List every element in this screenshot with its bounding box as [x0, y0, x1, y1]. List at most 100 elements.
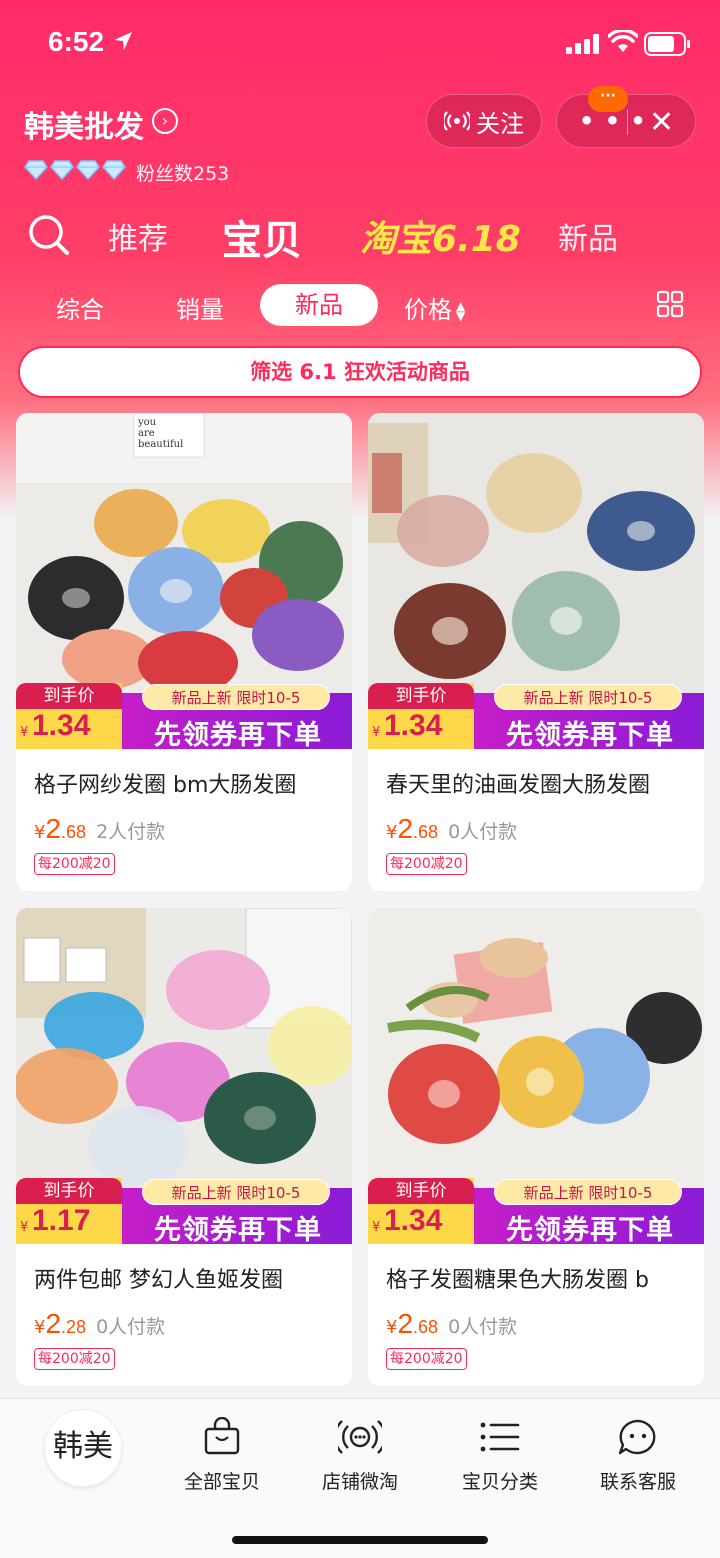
- tab-customer-service[interactable]: 联系客服: [578, 1417, 698, 1494]
- price-currency: ¥: [386, 822, 398, 843]
- product-title: 春天里的油画发圈大肠发圈: [386, 773, 651, 798]
- tab-all-products[interactable]: 全部宝贝: [162, 1416, 282, 1494]
- diamond-icon: [76, 160, 100, 180]
- tab-recommend[interactable]: 推荐: [108, 214, 168, 258]
- price-integer: 2: [397, 1308, 414, 1339]
- svg-text:beautiful: beautiful: [138, 439, 183, 450]
- tab-new-arrivals[interactable]: 新品: [558, 214, 618, 258]
- promo-yen: ¥: [20, 725, 29, 740]
- product-card[interactable]: you are beautiful 到手价 ¥ 1.34 新品上新 限时10-5…: [16, 413, 352, 891]
- promo-cta: 先领券再下单: [154, 1215, 322, 1246]
- battery-icon: [644, 32, 690, 56]
- product-card[interactable]: 到手价 ¥ 1.34 新品上新 限时10-5 先领券再下单 格子发圈糖果色大肠发…: [368, 908, 704, 1386]
- promo-banner: 到手价 ¥ 1.34 新品上新 限时10-5 先领券再下单: [368, 1178, 704, 1246]
- promo-price: 1.34: [32, 709, 91, 742]
- follow-button[interactable]: 关注: [426, 94, 542, 148]
- diamond-icon: [102, 160, 126, 180]
- promo-yen: ¥: [372, 1220, 381, 1235]
- notification-badge: ···: [588, 86, 628, 112]
- tab-shop-feed-label: 店铺微淘: [321, 1471, 398, 1493]
- price-decimal: .68: [413, 1317, 439, 1337]
- activity-filter-button[interactable]: 筛选 6.1 狂欢活动商品: [18, 346, 702, 398]
- price-integer: 2: [45, 813, 62, 844]
- promo-price: 1.17: [32, 1204, 91, 1237]
- sort-price[interactable]: 价格 ▲ ▼: [404, 290, 465, 325]
- tab-categories[interactable]: 宝贝分类: [440, 1417, 560, 1494]
- sold-count: 0人付款: [448, 1316, 518, 1338]
- wifi-icon: [608, 30, 638, 52]
- sort-updown-icon: ▲ ▼: [456, 299, 466, 323]
- promo-label: 到手价: [16, 683, 122, 709]
- tab-products[interactable]: 宝贝: [222, 208, 302, 266]
- promo-banner: 到手价 ¥ 1.34 新品上新 限时10-5 先领券再下单: [368, 683, 704, 751]
- price-decimal: .28: [61, 1317, 87, 1337]
- promo-cta: 先领券再下单: [506, 720, 674, 751]
- promo-label: 到手价: [16, 1178, 122, 1204]
- promo-cta: 先领券再下单: [506, 1215, 674, 1246]
- chat-icon: [618, 1419, 656, 1455]
- tab-shop-feed[interactable]: 店铺微淘: [300, 1417, 420, 1494]
- svg-text:are: are: [138, 428, 155, 439]
- product-title: 格子发圈糖果色大肠发圈 b: [386, 1268, 649, 1293]
- broadcast-icon: [444, 111, 470, 131]
- shop-logo[interactable]: 韩美: [44, 1409, 122, 1487]
- price-currency: ¥: [386, 1317, 398, 1338]
- price-row: ¥ 2 .68 0人付款: [386, 1308, 517, 1340]
- fans-count: 粉丝数253: [136, 163, 230, 185]
- promo-tag: 新品上新 限时10-5: [142, 1179, 330, 1205]
- promo-cta: 先领券再下单: [154, 720, 322, 751]
- price-row: ¥ 2 .68 2人付款: [34, 813, 165, 845]
- coupon-badge: 每200减20: [386, 853, 467, 875]
- price-row: ¥ 2 .28 0人付款: [34, 1308, 165, 1340]
- sort-newest[interactable]: 新品: [260, 284, 378, 326]
- tab-taobao-618[interactable]: 淘宝6.18: [360, 210, 521, 262]
- price-integer: 2: [45, 1308, 62, 1339]
- broadcast-icon: [333, 1420, 387, 1454]
- chevron-right-icon[interactable]: ›: [152, 108, 178, 134]
- tab-customer-service-label: 联系客服: [599, 1471, 676, 1493]
- sort-sales[interactable]: 销量: [176, 290, 224, 325]
- diamond-icon: [24, 160, 48, 180]
- tab-categories-label: 宝贝分类: [461, 1471, 538, 1493]
- sort-tab-bar: 综合 销量 新品 价格 ▲ ▼: [0, 282, 720, 328]
- promo-yen: ¥: [372, 725, 381, 740]
- shop-rating-diamonds: [24, 160, 126, 180]
- promo-tag: 新品上新 限时10-5: [494, 1179, 682, 1205]
- price-decimal: .68: [61, 822, 87, 842]
- price-row: ¥ 2 .68 0人付款: [386, 813, 517, 845]
- promo-tag: 新品上新 限时10-5: [494, 684, 682, 710]
- price-currency: ¥: [34, 1317, 46, 1338]
- product-title: 格子网纱发圈 bm大肠发圈: [34, 773, 297, 798]
- tab-all-products-label: 全部宝贝: [183, 1471, 260, 1493]
- sold-count: 0人付款: [96, 1316, 166, 1338]
- product-card[interactable]: 到手价 ¥ 1.17 新品上新 限时10-5 先领券再下单 两件包邮 梦幻人鱼姬…: [16, 908, 352, 1386]
- grid-view-icon[interactable]: [656, 290, 684, 318]
- coupon-badge: 每200减20: [34, 1348, 115, 1370]
- price-currency: ¥: [34, 822, 46, 843]
- promo-price: 1.34: [384, 709, 443, 742]
- promo-banner: 到手价 ¥ 1.17 新品上新 限时10-5 先领券再下单: [16, 1178, 352, 1246]
- promo-label: 到手价: [368, 1178, 474, 1204]
- promo-label: 到手价: [368, 683, 474, 709]
- coupon-badge: 每200减20: [386, 1348, 467, 1370]
- sort-comprehensive[interactable]: 综合: [56, 290, 104, 325]
- price-integer: 2: [397, 813, 414, 844]
- product-card[interactable]: 到手价 ¥ 1.34 新品上新 限时10-5 先领券再下单 春天里的油画发圈大肠…: [368, 413, 704, 891]
- home-indicator[interactable]: [232, 1536, 488, 1544]
- follow-label: 关注: [476, 109, 524, 138]
- promo-tag: 新品上新 限时10-5: [142, 684, 330, 710]
- shop-name[interactable]: 韩美批发: [24, 102, 144, 146]
- list-icon: [480, 1422, 520, 1452]
- cellular-signal-icon: [566, 34, 599, 54]
- sold-count: 0人付款: [448, 821, 518, 843]
- location-arrow-icon: [114, 32, 132, 50]
- sold-count: 2人付款: [96, 821, 166, 843]
- main-tab-bar: 推荐 宝贝 淘宝6.18 新品: [0, 200, 720, 270]
- status-time: 6:52: [48, 26, 105, 57]
- price-decimal: .68: [413, 822, 439, 842]
- close-icon[interactable]: ✕: [649, 105, 674, 140]
- promo-yen: ¥: [20, 1220, 29, 1235]
- search-icon[interactable]: [28, 214, 70, 256]
- promo-banner: 到手价 ¥ 1.34 新品上新 限时10-5 先领券再下单: [16, 683, 352, 751]
- product-title: 两件包邮 梦幻人鱼姬发圈: [34, 1268, 283, 1293]
